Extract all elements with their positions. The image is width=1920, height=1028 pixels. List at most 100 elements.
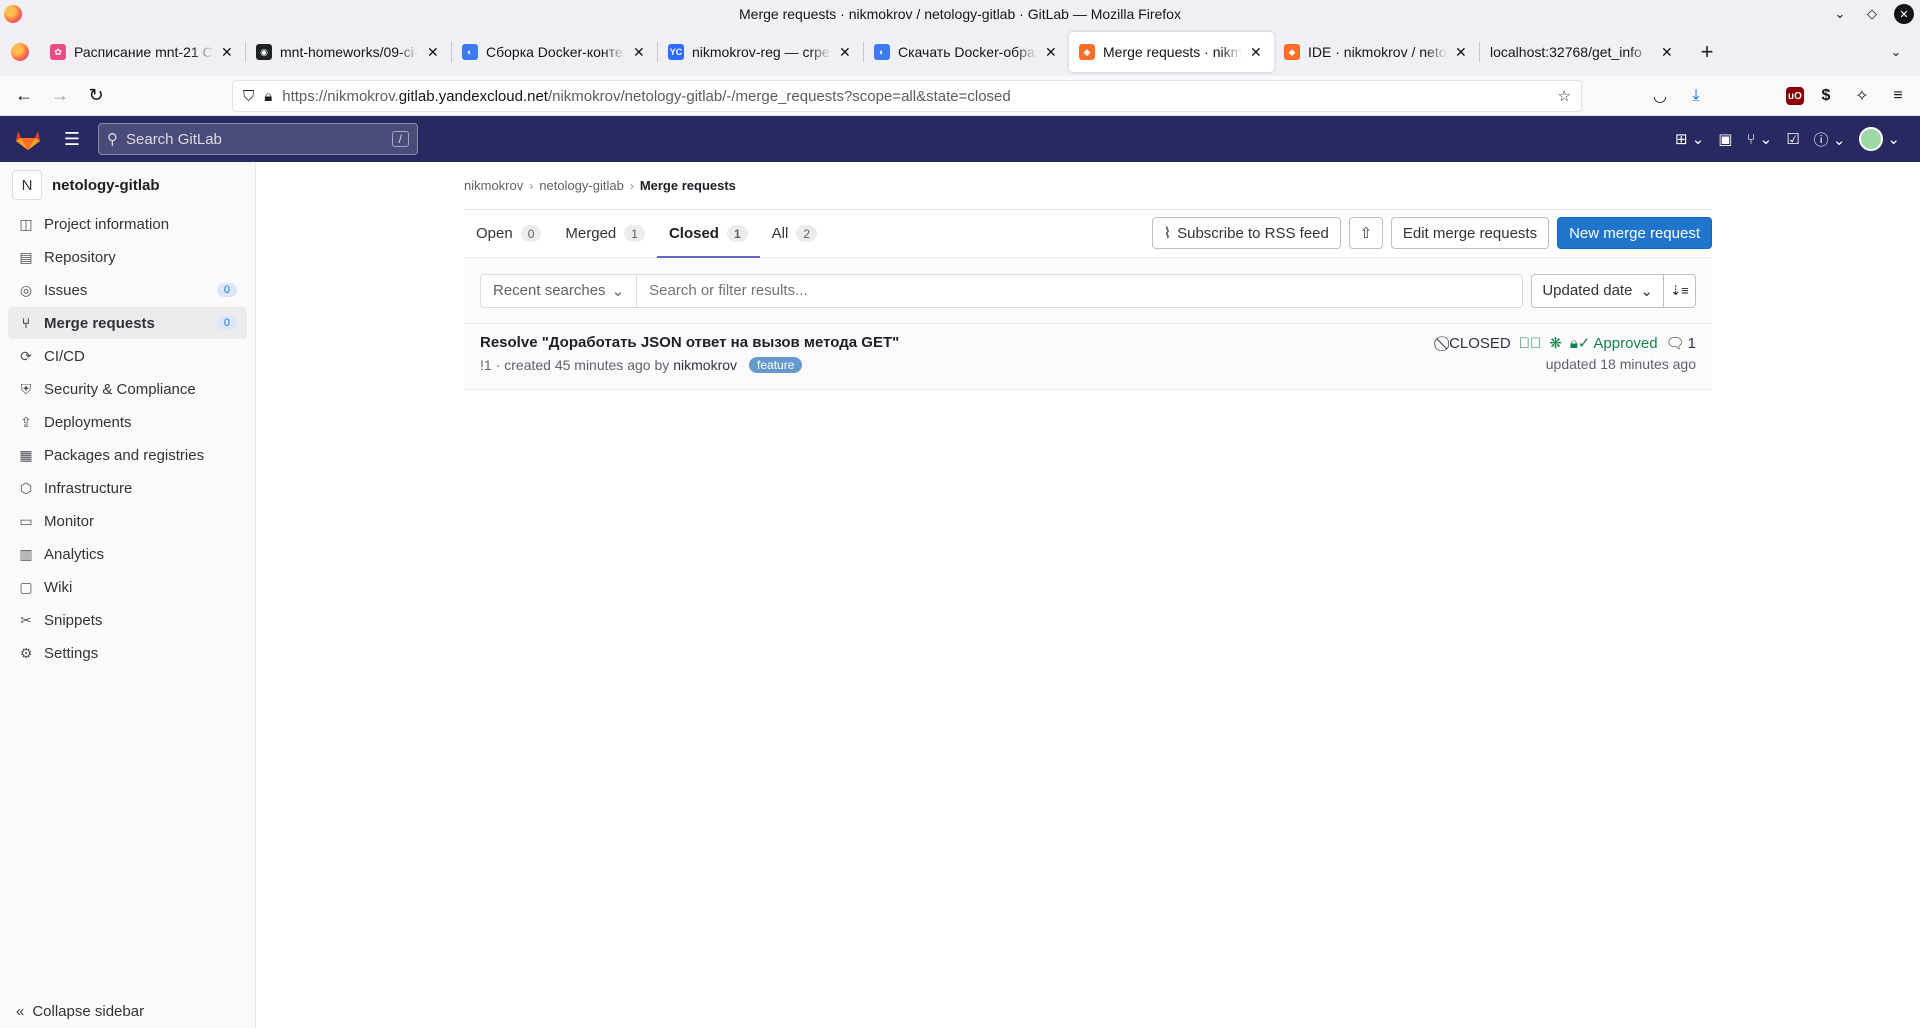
gitlab-logo-icon[interactable] [0,116,56,162]
tab-merged[interactable]: Merged 1 [553,210,657,257]
issues-icon[interactable]: ▣ [1718,130,1732,148]
merge-requests-icon[interactable]: ⑂ ⌄ [1746,130,1772,148]
assignee-avatar-icon[interactable]: ❋ [1549,334,1562,352]
close-tab-icon[interactable]: ✕ [1045,44,1059,61]
tab-title: mnt-homeworks/09-ci-06-g [280,44,419,60]
sidebar-item-icon: ⟳ [20,347,32,364]
collapse-sidebar-button[interactable]: « Collapse sidebar [16,1003,144,1020]
sidebar-item-packages-and-registries[interactable]: ▦ Packages and registries [8,439,247,471]
todos-icon[interactable]: ☑ [1786,130,1799,148]
filter-search-input[interactable]: Search or filter results... [637,273,1524,308]
forward-button[interactable]: → [42,80,78,112]
list-actions: ⌇ Subscribe to RSS feed ⇧ Edit merge req… [1151,217,1712,249]
sidebar-item-merge-requests[interactable]: ⑂ Merge requests 0 [8,307,247,339]
tracking-shield-icon[interactable]: ⛉ [243,88,254,105]
close-tab-icon[interactable]: ✕ [839,44,853,61]
merge-request-row: Resolve "Доработать JSON ответ на вызов … [464,324,1712,390]
close-tab-icon[interactable]: ✕ [1250,44,1264,61]
pocket-icon[interactable]: ◡ [1646,80,1674,112]
browser-tab[interactable]: ✿ Расписание mnt-21 CI, мо ✕ [40,32,245,72]
breadcrumb-item[interactable]: Merge requests [640,178,736,193]
sidebar-item-issues[interactable]: ◎ Issues 0 [8,274,247,306]
browser-tab[interactable]: localhost:32768/get_info ✕ [1480,32,1685,72]
label-badge[interactable]: feature [749,357,803,373]
firefox-logo-icon [11,43,29,61]
comments-count[interactable]: 🗨︎ 1 [1665,334,1696,353]
browser-tabs: ✿ Расписание mnt-21 CI, мо ✕ ◉ mnt-homeworks… [40,32,1685,72]
sidebar-item-icon: ▥ [19,545,33,562]
minimize-icon[interactable]: ⌄ [1830,4,1850,24]
sidebar-item-security-compliance[interactable]: ⛨ Security & Compliance [8,373,247,405]
rss-feed-button[interactable]: ⌇ Subscribe to RSS feed [1151,217,1341,249]
pipeline-passed-icon[interactable]: ✓⃝ [1519,335,1542,352]
create-new-icon[interactable]: ⊞ ⌄ [1675,130,1704,148]
browser-tab[interactable]: ◉ mnt-homeworks/09-ci-06-g ✕ [246,32,451,72]
close-tab-icon[interactable]: ✕ [221,44,235,61]
sidebar-item-icon: ⑂ [21,315,31,331]
breadcrumb-item[interactable]: netology-gitlab [539,178,624,193]
sidebar-item-wiki[interactable]: ▢ Wiki [8,571,247,603]
browser-tab[interactable]: ◐ Скачать Docker-образ из ре ✕ [864,32,1069,72]
sidebar-item-icon: ▦ [19,446,33,463]
tab-open[interactable]: Open 0 [464,210,553,257]
merge-request-author-link[interactable]: nikmokrov [673,357,737,373]
close-window-icon[interactable]: ✕ [1894,4,1914,24]
back-button[interactable]: ← [6,80,42,112]
close-tab-icon[interactable]: ✕ [1661,44,1675,61]
sidebar-item-analytics[interactable]: ▥ Analytics [8,538,247,570]
recent-searches-dropdown[interactable]: Recent searches ⌄ [480,273,638,308]
sidebar-item-label: Infrastructure [44,479,133,497]
sort-direction-button[interactable]: ⇣≡ [1664,273,1696,308]
reload-button[interactable]: ↻ [78,80,114,112]
new-merge-request-button[interactable]: New merge request [1557,217,1712,249]
project-context[interactable]: N netology-gitlab [0,162,255,208]
tab-closed[interactable]: Closed 1 [656,210,760,258]
new-tab-button[interactable]: + [1689,34,1725,70]
sidebar-item-icon: ⇪ [20,413,32,430]
gitlab-search-input[interactable]: ⚲ Search GitLab / [98,123,418,155]
sidebar-item-monitor[interactable]: ▭ Monitor [8,505,247,537]
maximize-icon[interactable]: ◇ [1862,4,1882,24]
sidebar-item-deployments[interactable]: ⇪ Deployments [8,406,247,438]
close-tab-icon[interactable]: ✕ [633,44,647,61]
comments-icon: 🗨︎ [1665,335,1685,352]
sidebar-item-icon: ▭ [19,512,33,529]
sidebar-item-label: Issues [44,281,88,299]
extension-s-icon[interactable]: $ [1812,80,1840,112]
window-controls: ⌄ ◇ ✕ [1830,4,1914,24]
app-menu-icon[interactable]: ≡ [1884,80,1912,112]
ublock-icon[interactable]: uO [1786,87,1804,105]
tab-title: nikmokrov-reg — crpeg9sv [692,44,831,60]
browser-tab[interactable]: YC nikmokrov-reg — crpeg9sv ✕ [658,32,863,72]
bookmark-star-icon[interactable]: ☆ [1558,87,1571,105]
firefox-view-button[interactable] [0,28,40,76]
sidebar-item-project-information[interactable]: ◫ Project information [8,208,247,240]
close-tab-icon[interactable]: ✕ [1455,44,1469,61]
tab-title: Сборка Docker-контейнер [486,44,625,60]
downloads-icon[interactable]: ⤓ [1682,80,1710,112]
sidebar-item-snippets[interactable]: ✂ Snippets [8,604,247,636]
breadcrumb-item[interactable]: nikmokrov [464,178,523,193]
sort-dropdown[interactable]: Updated date ⌄ [1531,273,1664,308]
browser-tab[interactable]: ◐ Сборка Docker-контейнер ✕ [452,32,657,72]
export-button[interactable]: ⇧ [1348,217,1383,249]
lock-icon[interactable]: 🔒︎ [264,88,272,105]
user-menu[interactable]: ⌄ [1859,127,1900,151]
sidebar-item-ci-cd[interactable]: ⟳ CI/CD [8,340,247,372]
sidebar-item-settings[interactable]: ⚙ Settings [8,637,247,669]
tab-all[interactable]: All 2 [760,210,829,257]
url-text[interactable]: https://nikmokrov.gitlab.yandexcloud.net… [282,88,1547,105]
tab-count-badge: 1 [726,225,748,242]
main-menu-icon[interactable]: ☰ [56,123,88,155]
double-chevron-left-icon: « [16,1003,25,1020]
url-bar[interactable]: ⛉ 🔒︎ https://nikmokrov.gitlab.yandexclou… [232,80,1582,112]
extensions-icon[interactable]: ✧ [1848,80,1876,112]
browser-tab[interactable]: ◆ Merge requests · nikmokrov ✕ [1069,32,1274,72]
help-icon[interactable]: ⓘ ⌄ [1814,129,1846,150]
sidebar-item-infrastructure[interactable]: ⬡ Infrastructure [8,472,247,504]
browser-tab[interactable]: ◆ IDE · nikmokrov / netology ✕ [1274,32,1479,72]
close-tab-icon[interactable]: ✕ [427,44,441,61]
edit-merge-requests-button[interactable]: Edit merge requests [1390,217,1550,249]
list-all-tabs-button[interactable]: ⌄ [1878,34,1914,70]
sidebar-item-repository[interactable]: ▤ Repository [8,241,247,273]
